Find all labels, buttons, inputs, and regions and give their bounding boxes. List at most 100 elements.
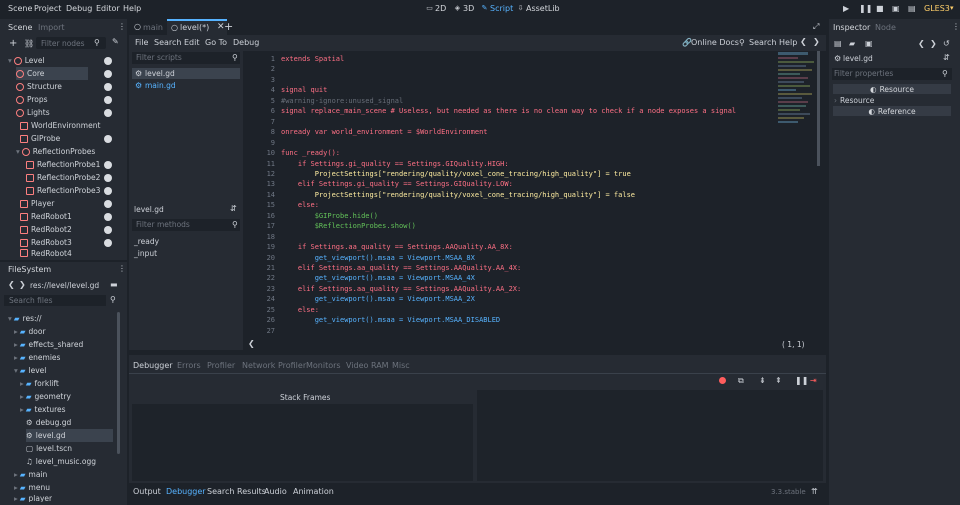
filter-properties-input[interactable]: Filter properties ⚲ [832, 68, 952, 80]
menu-editor[interactable]: Editor [96, 4, 120, 13]
code-line[interactable]: elif Settings.aa_quality == Settings.AAQ… [281, 285, 521, 293]
tab-animation[interactable]: Animation [293, 487, 334, 496]
history-icon[interactable]: ↺ [943, 39, 950, 48]
fs-item-forklift[interactable]: ▸ ▰ forklift [20, 377, 59, 390]
tab-main[interactable]: main [143, 23, 163, 32]
code-line[interactable]: get_viewport().msaa = Viewport.MSAA_2X [281, 295, 475, 303]
tab-misc[interactable]: Misc [392, 361, 410, 370]
script-list-item[interactable]: ⚙ main.gd [132, 80, 240, 91]
fs-item-debug-gd[interactable]: ⚙ debug.gd [26, 416, 71, 429]
code-line[interactable]: elif Settings.gi_quality == Settings.GIQ… [281, 180, 513, 188]
script-menu-file[interactable]: File [135, 38, 148, 47]
code-line[interactable]: if Settings.aa_quality == Settings.AAQua… [281, 243, 513, 251]
menu-scene[interactable]: Scene [8, 4, 32, 13]
code-line[interactable]: signal quit [281, 86, 327, 94]
code-line[interactable]: get_viewport().msaa = Viewport.MSAA_4X [281, 274, 475, 282]
forward-icon[interactable]: ❯ [19, 280, 26, 289]
visibility-icon[interactable] [104, 187, 112, 195]
fs-item-level-gd[interactable]: ⚙ level.gd [26, 429, 113, 442]
tab-output[interactable]: Output [133, 487, 161, 496]
play-custom-icon[interactable]: ▤ [908, 4, 916, 13]
tree-node-player[interactable]: Player [20, 197, 54, 210]
tree-node-reflectionprobes[interactable]: ▾ ReflectionProbes [16, 145, 95, 158]
script-menu-edit[interactable]: Edit [184, 38, 200, 47]
filter-methods-input[interactable]: Filter methods ⚲ [132, 219, 240, 231]
code-line[interactable]: else: [281, 306, 319, 314]
step-into-icon[interactable]: ⇟ [759, 376, 766, 385]
back-icon[interactable]: ❮ [8, 280, 15, 289]
tree-node-structure[interactable]: Structure [16, 80, 62, 93]
visibility-icon[interactable] [104, 109, 112, 117]
resource-section-button[interactable]: ◐ Resource [833, 84, 951, 94]
back-icon[interactable]: ❮ [918, 39, 925, 48]
tab-scene[interactable]: Scene [8, 23, 32, 32]
forward-icon[interactable]: ❯ [813, 37, 820, 46]
visibility-icon[interactable] [104, 239, 112, 247]
menu-debug[interactable]: Debug [66, 4, 92, 13]
resource-category[interactable]: › Resource [834, 96, 874, 105]
fs-item-door[interactable]: ▸ ▰ door [14, 325, 46, 338]
visibility-icon[interactable] [104, 213, 112, 221]
tab-video-ram[interactable]: Video RAM [346, 361, 389, 370]
tree-node-redrobot3[interactable]: RedRobot3 [20, 236, 72, 249]
workspace-3d[interactable]: ◈ 3D [454, 4, 474, 13]
fs-item-main[interactable]: ▸ ▰ main [14, 468, 47, 481]
fs-item-enemies[interactable]: ▸ ▰ enemies [14, 351, 60, 364]
tab-errors[interactable]: Errors [177, 361, 201, 370]
tab-monitors[interactable]: Monitors [306, 361, 341, 370]
tree-node-worldenvironment[interactable]: WorldEnvironment [20, 119, 100, 132]
forward-icon[interactable]: ❯ [930, 39, 937, 48]
new-tab-icon[interactable]: + [224, 20, 233, 33]
save-icon[interactable]: ▣ [865, 39, 873, 48]
workspace-script[interactable]: ✎ Script [481, 4, 514, 13]
tab-node[interactable]: Node [875, 23, 896, 32]
menu-help[interactable]: Help [123, 4, 141, 13]
method-item[interactable]: _ready [134, 237, 159, 246]
tree-node-core[interactable]: Core [16, 67, 88, 80]
pin-icon[interactable]: ⇈ [811, 487, 818, 496]
fs-item-level[interactable]: ▾ ▰ level [14, 364, 46, 377]
new-resource-icon[interactable]: ▤ [834, 39, 842, 48]
search-help-button[interactable]: Search Help [749, 38, 797, 47]
fs-item-level-tscn[interactable]: ▢ level.tscn [26, 442, 72, 455]
play-icon[interactable]: ▶ [843, 4, 849, 13]
breakpoint-icon[interactable] [719, 377, 726, 384]
fs-item-geometry[interactable]: ▸ ▰ geometry [20, 390, 71, 403]
code-line[interactable]: elif Settings.aa_quality == Settings.AAQ… [281, 264, 521, 272]
renderer-select[interactable]: GLES3 [924, 4, 950, 13]
code-line[interactable]: extends Spatial [281, 55, 344, 63]
tree-node-props[interactable]: Props [16, 93, 48, 106]
continue-icon[interactable]: ⇥ [810, 376, 817, 385]
code-line[interactable]: if Settings.gi_quality == Settings.GIQua… [281, 160, 509, 168]
tab-audio[interactable]: Audio [264, 487, 287, 496]
tab-network-profiler[interactable]: Network Profiler [242, 361, 306, 370]
tree-node-giprobe[interactable]: GIProbe [20, 132, 60, 145]
fs-item-root[interactable]: ▾ ▰ res:// [8, 312, 42, 325]
tree-node-redrobot1[interactable]: RedRobot1 [20, 210, 72, 223]
scrollbar[interactable] [817, 51, 820, 166]
code-line[interactable]: signal replace_main_scene # Useless, but… [281, 107, 736, 115]
pause-icon[interactable]: ❚❚ [859, 4, 872, 13]
tab-import[interactable]: Import [38, 23, 65, 32]
back-icon[interactable]: ❮ [800, 37, 807, 46]
tab-profiler[interactable]: Profiler [207, 361, 235, 370]
copy-icon[interactable]: ⧉ [738, 376, 744, 386]
tree-node-lights[interactable]: Lights [16, 106, 50, 119]
menu-dots-icon[interactable]: ⋮ [118, 22, 126, 31]
stop-icon[interactable]: ■ [876, 4, 884, 13]
tree-node-reflectionprobe3[interactable]: ReflectionProbe3 [26, 184, 100, 197]
tree-node-reflectionprobe1[interactable]: ReflectionProbe1 [26, 158, 100, 171]
code-line[interactable]: $GIProbe.hide() [281, 212, 378, 220]
split-view-icon[interactable]: ▬ [110, 280, 118, 289]
online-docs-button[interactable]: Online Docs [691, 38, 739, 47]
scroll-left-icon[interactable]: ❮ [248, 339, 255, 348]
method-item[interactable]: _input [134, 249, 157, 258]
add-node-icon[interactable]: + [9, 38, 17, 49]
distraction-free-icon[interactable]: ⤢ [813, 22, 819, 32]
sort-icon[interactable]: ⇵ [230, 204, 237, 213]
workspace-2d[interactable]: ▭ 2D [426, 4, 446, 13]
code-line[interactable]: ProjectSettings["rendering/quality/voxel… [281, 191, 635, 199]
fs-item-textures[interactable]: ▸ ▰ textures [20, 403, 66, 416]
fs-item-level-music[interactable]: ♫ level_music.ogg [26, 455, 96, 468]
visibility-icon[interactable] [104, 161, 112, 169]
